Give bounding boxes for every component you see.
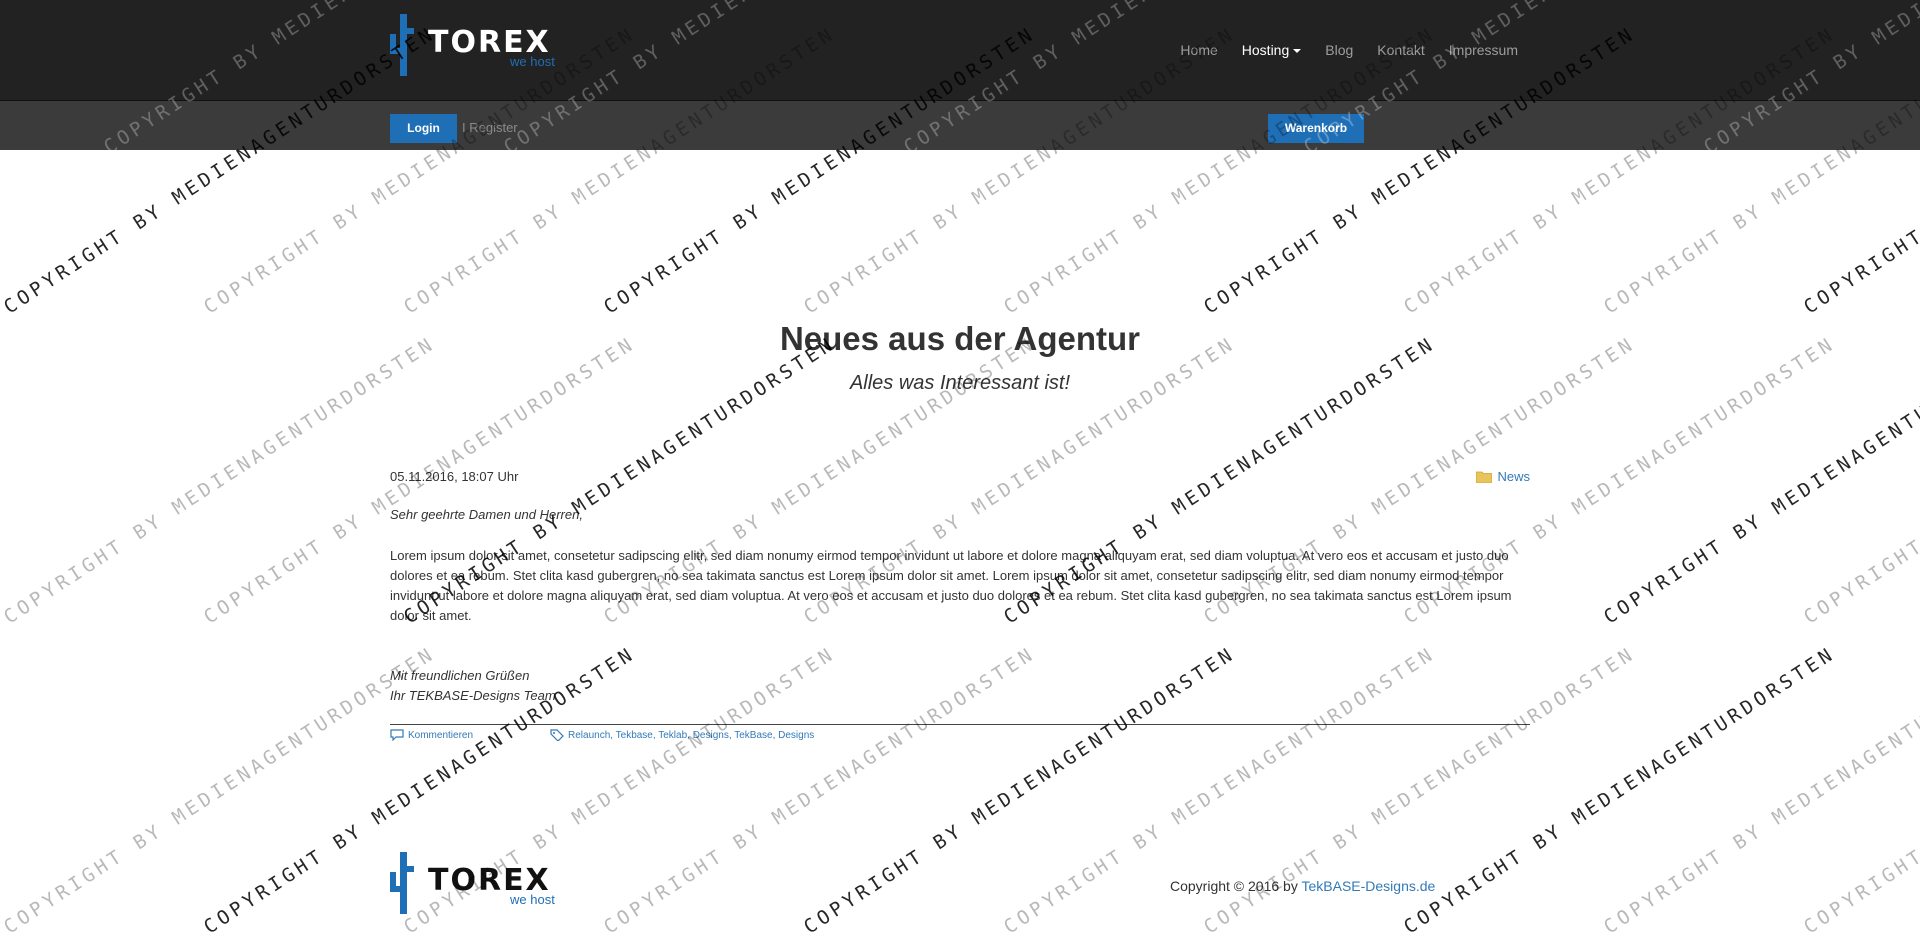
copyright-link[interactable]: TekBASE-Designs.de [1301, 878, 1435, 894]
register-link[interactable]: I Register [462, 120, 518, 135]
watermark-text: COPYRIGHT BY MEDIENAGENTURDORSTEN [0, 642, 440, 939]
post-body: Lorem ipsum dolor sit amet, consetetur s… [390, 548, 1512, 623]
brand-logo[interactable]: TOREX we host [390, 14, 570, 76]
svg-text:we host: we host [509, 892, 555, 907]
page-title: Neues aus der Agentur [779, 320, 1141, 357]
comment-icon [390, 729, 404, 741]
tag-icon [550, 729, 564, 741]
watermark-text: COPYRIGHT BY MEDIENAGENTURDORSTEN [1800, 643, 1920, 939]
post-closing: Mit freundlichen Grüßen Ihr TEKBASE-Desi… [390, 666, 556, 706]
watermark-text: COPYRIGHT BY MEDIENAGENTURDORSTEN [1200, 642, 1640, 939]
nav-kontakt[interactable]: Kontakt [1365, 40, 1436, 60]
svg-text:we host: we host [509, 54, 555, 69]
post-category[interactable]: News [1476, 469, 1530, 484]
top-navbar: TOREX we host Home Hosting Blog Kontakt … [0, 0, 1920, 101]
torex-logo-icon: TOREX we host [390, 14, 555, 76]
tags-label: Relaunch, Tekbase, Teklab, Designs, TekB… [568, 729, 815, 741]
caret-down-icon [1293, 49, 1302, 54]
footer-logo[interactable]: TOREX we host [390, 852, 570, 914]
post-meta: Kommentieren Relaunch, Tekbase, Teklab, … [390, 729, 814, 741]
nav-home[interactable]: Home [1168, 40, 1229, 60]
copyright-prefix: Copyright © 2016 by [1170, 878, 1298, 894]
post-category-label: News [1497, 469, 1530, 484]
closing-line-1: Mit freundlichen Grüßen [390, 668, 530, 683]
post-date: 05.11.2016, 18:07 Uhr [390, 469, 519, 484]
watermark-text: COPYRIGHT BY MEDIENAGENTURDORSTEN [600, 642, 1040, 939]
account-bar [0, 101, 1920, 150]
watermark-text: COPYRIGHT BY MEDIENAGENTURDORSTEN [1000, 642, 1440, 939]
footer-torex-logo-icon: TOREX we host [390, 852, 555, 914]
cart-button[interactable]: Warenkorb [1268, 114, 1364, 143]
main-nav: Home Hosting Blog Kontakt Impressum [1168, 40, 1530, 60]
copyright: Copyright © 2016 by TekBASE-Designs.de [1170, 878, 1435, 894]
watermark-text: COPYRIGHT BY MEDIENAGENTURDORSTEN [800, 642, 1240, 939]
comments-label: Kommentieren [408, 729, 474, 741]
page-subtitle: Alles was Interessant ist! [849, 372, 1071, 394]
watermark-text: COPYRIGHT BY MEDIENAGENTURDORSTEN [1600, 642, 1920, 939]
nav-blog[interactable]: Blog [1313, 40, 1365, 60]
post-salutation: Sehr geehrte Damen und Herren, [390, 507, 583, 522]
watermark-text: COPYRIGHT BY MEDIENAGENTURDORSTEN [1400, 642, 1840, 939]
folder-icon [1476, 471, 1493, 483]
post-divider [390, 724, 1530, 725]
comments-link[interactable]: Kommentieren [390, 729, 550, 741]
login-button[interactable]: Login [390, 114, 457, 143]
nav-hosting-label: Hosting [1241, 42, 1290, 58]
closing-line-2: Ihr TEKBASE-Designs Team [390, 688, 556, 703]
page: TOREX we host Home Hosting Blog Kontakt … [0, 0, 1920, 941]
nav-impressum[interactable]: Impressum [1437, 40, 1530, 60]
tags-link[interactable]: Relaunch, Tekbase, Teklab, Designs, TekB… [550, 729, 814, 741]
nav-hosting[interactable]: Hosting [1230, 40, 1313, 60]
